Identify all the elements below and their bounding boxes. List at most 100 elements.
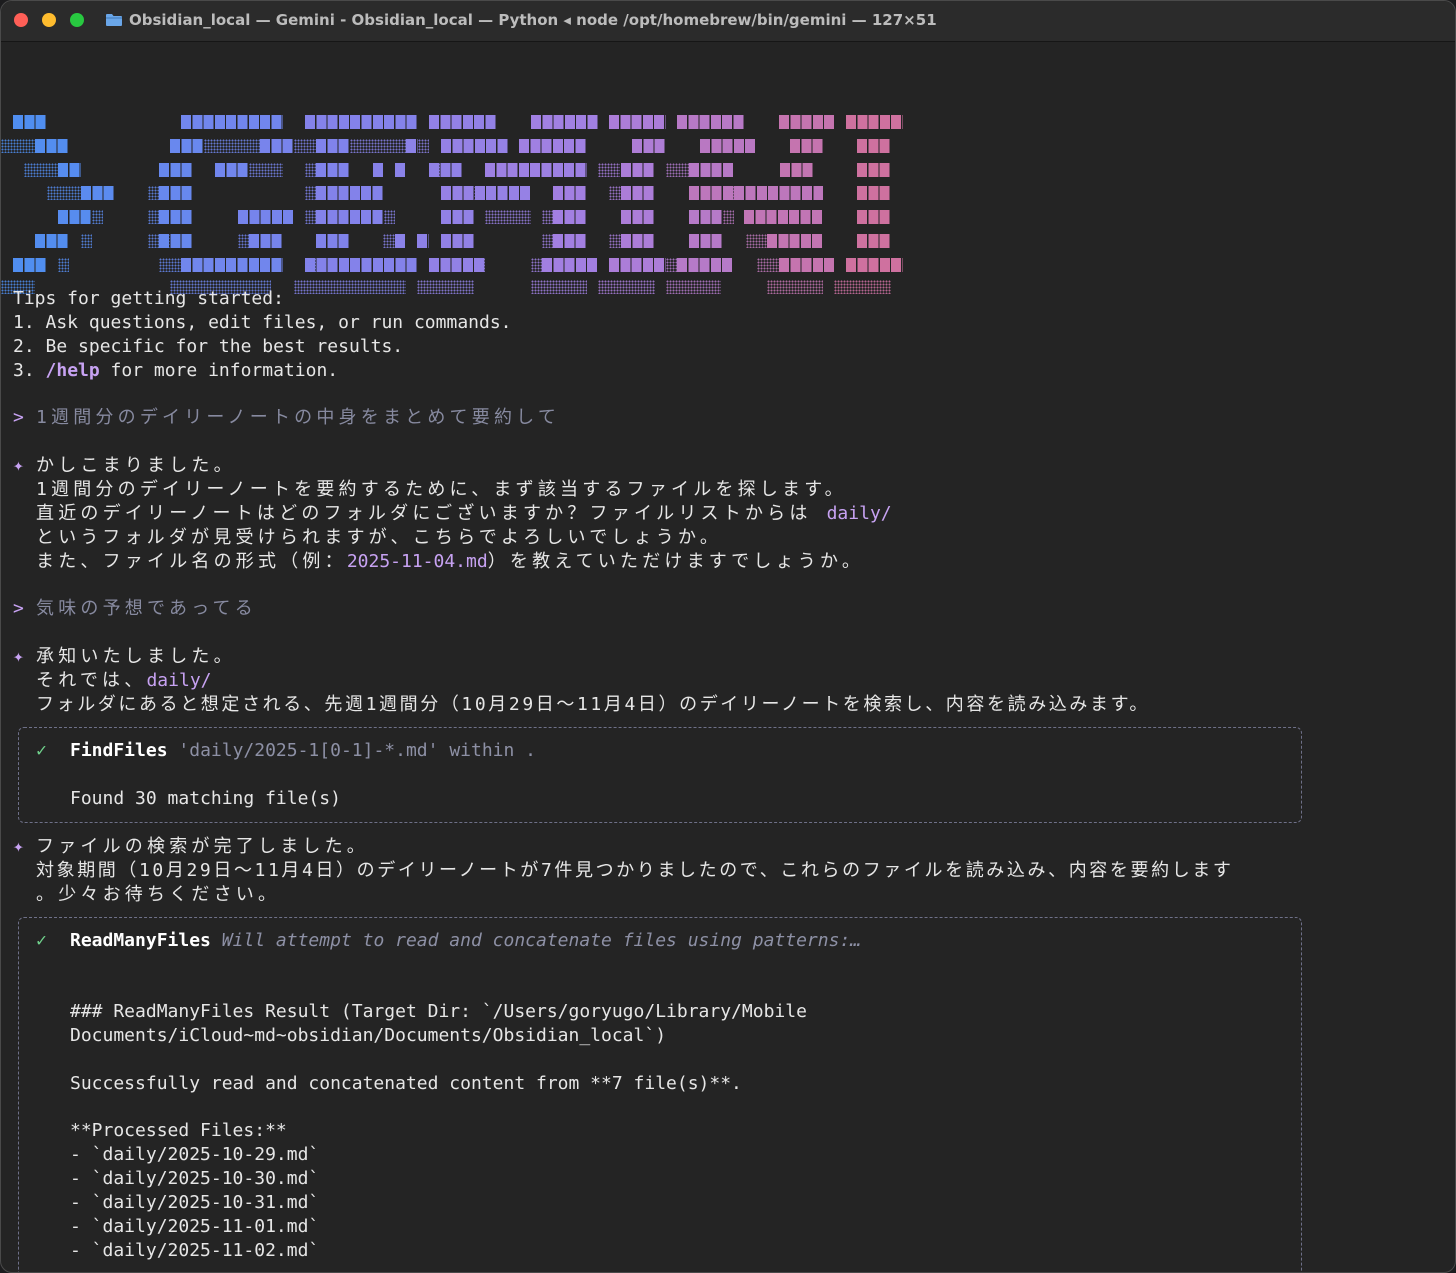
readmanyfiles-header: ReadManyFiles Will attempt to read and c… xyxy=(70,929,861,953)
processed-file-item: - `daily/2025-11-01.md` xyxy=(70,1216,320,1237)
logo-block xyxy=(689,210,723,225)
response-1-line-1: かしこまりました。 xyxy=(36,455,236,476)
logo-block xyxy=(857,186,891,201)
logo-shade xyxy=(305,186,316,201)
response-1-line-5-prefix: また、ファイル名の形式（例： xyxy=(36,551,347,572)
logo-block xyxy=(553,186,587,201)
logo-shade xyxy=(746,234,767,248)
logo-block xyxy=(58,210,92,225)
logo-block xyxy=(35,234,69,248)
logo-shade xyxy=(249,162,283,177)
logo-shade xyxy=(47,186,81,201)
logo-shade xyxy=(294,279,406,294)
minimize-button[interactable] xyxy=(42,13,56,27)
logo-block xyxy=(767,234,823,248)
logo-shade xyxy=(767,279,823,294)
logo-block xyxy=(553,234,587,248)
logo-block xyxy=(621,210,655,225)
logo-shade xyxy=(757,257,779,272)
readmanyfiles-description: Will attempt to read and concatenate fil… xyxy=(221,930,862,951)
logo-shade xyxy=(24,162,58,177)
processed-file-item: - `daily/2025-10-29.md` xyxy=(70,1144,320,1165)
logo-block xyxy=(621,234,655,248)
logo-block xyxy=(553,210,587,225)
tip-item-3: 3. /help for more information. xyxy=(13,359,338,383)
logo-block xyxy=(260,138,294,153)
response-1-line-3: 直近のデイリーノートはどのフォルダにございますか？ファイルリストからは dail… xyxy=(36,502,892,526)
logo-block xyxy=(519,138,587,153)
tip-item-3-suffix: for more information. xyxy=(99,360,339,381)
logo-shade xyxy=(238,234,249,248)
logo-shade xyxy=(666,257,677,272)
logo-shade xyxy=(417,279,474,294)
logo-shade xyxy=(418,138,429,153)
logo-block xyxy=(621,186,655,201)
logo-shade xyxy=(92,210,103,225)
processed-files-heading: **Processed Files:** xyxy=(70,1120,287,1141)
logo-shade xyxy=(723,186,744,201)
logo-block xyxy=(316,210,384,225)
logo-shade xyxy=(834,279,891,294)
logo-shade xyxy=(81,234,92,248)
logo-shade xyxy=(58,257,69,272)
close-button[interactable] xyxy=(14,13,28,27)
logo-block xyxy=(779,257,835,272)
folder-path-daily: daily/ xyxy=(146,670,212,691)
findfiles-args: 'daily/2025-1[0-1]-*.md' within . xyxy=(178,740,537,761)
logo-shade xyxy=(542,210,553,225)
logo-shade xyxy=(666,162,689,177)
logo-shade xyxy=(294,138,316,153)
logo-shade xyxy=(609,186,621,201)
logo-block xyxy=(846,257,903,272)
logo-shade xyxy=(609,234,621,248)
logo-block xyxy=(249,234,283,248)
logo-block xyxy=(316,234,350,248)
logo-block xyxy=(857,210,891,225)
gemini-response-icon: ✦ xyxy=(13,455,24,476)
logo-shade xyxy=(384,210,395,225)
logo-block xyxy=(700,138,756,153)
logo-shade xyxy=(204,138,260,153)
logo-block xyxy=(238,210,294,225)
terminal-content[interactable]: Tips for getting started: 1. Ask questio… xyxy=(1,41,1455,1272)
logo-block xyxy=(159,186,193,201)
processed-file-item: - `daily/2025-11-02.md` xyxy=(70,1240,320,1261)
logo-block xyxy=(609,115,666,129)
logo-shade xyxy=(666,279,721,294)
logo-shade xyxy=(148,210,159,225)
logo-shade xyxy=(305,257,316,272)
logo-block xyxy=(857,162,891,177)
logo-shade xyxy=(598,279,655,294)
logo-shade xyxy=(474,257,485,272)
logo-shade xyxy=(531,279,587,294)
logo-block xyxy=(305,257,418,272)
logo-block xyxy=(170,138,204,153)
logo-block xyxy=(441,234,474,248)
logo-shade xyxy=(350,138,406,153)
logo-block xyxy=(316,138,350,153)
logo-block xyxy=(441,138,508,153)
logo-shade xyxy=(148,186,159,201)
logo-block xyxy=(181,115,283,129)
user-prompt-marker: > xyxy=(13,598,24,619)
logo-block xyxy=(744,210,823,225)
logo-block xyxy=(780,162,813,177)
title-bar[interactable]: Obsidian_local — Gemini - Obsidian_local… xyxy=(1,1,1455,42)
logo-block xyxy=(857,138,891,153)
logo-shade xyxy=(305,210,316,225)
tips-heading: Tips for getting started: xyxy=(13,288,284,309)
response-1-line-3-text: 直近のデイリーノートはどのフォルダにございますか？ファイルリストからは xyxy=(36,503,827,524)
tip-item-2: 2. Be specific for the best results. xyxy=(13,336,404,357)
logo-block xyxy=(857,234,891,248)
help-command: /help xyxy=(45,360,100,381)
logo-block xyxy=(677,257,733,272)
logo-block xyxy=(159,210,193,225)
logo-block xyxy=(689,186,823,201)
response-1-line-2: 1週間分のデイリーノートを要約するために、まず該当するファイルを探します。 xyxy=(36,479,847,500)
response-2-line-1: 承知いたしました。 xyxy=(36,646,236,667)
readmanyfiles-result-line-1: ### ReadManyFiles Result (Target Dir: `/… xyxy=(70,1001,807,1022)
logo-shade xyxy=(305,162,316,177)
folder-path-daily: daily/ xyxy=(826,503,892,524)
zoom-button[interactable] xyxy=(70,13,84,27)
success-check-icon: ✓ xyxy=(36,740,47,761)
